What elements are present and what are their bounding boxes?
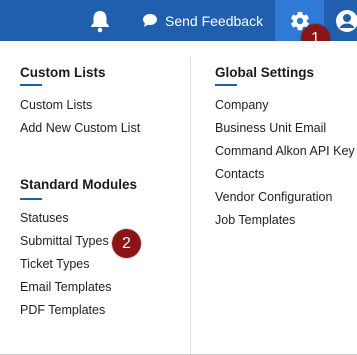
menu-item-pdf-templates[interactable]: PDF Templates (20, 303, 105, 317)
menu-item-vendor-configuration[interactable]: Vendor Configuration (215, 190, 332, 204)
menu-item-job-templates[interactable]: Job Templates (215, 213, 295, 227)
menu-item-business-unit-email[interactable]: Business Unit Email (215, 121, 326, 135)
heading-underline (20, 84, 42, 86)
custom-lists-heading: Custom Lists (20, 65, 106, 80)
menu-item-company[interactable]: Company (215, 98, 269, 112)
menu-item-custom-lists[interactable]: Custom Lists (20, 98, 92, 112)
user-icon (336, 10, 357, 32)
menu-item-statuses[interactable]: Statuses (20, 211, 69, 225)
global-settings-heading: Global Settings (215, 65, 315, 80)
menu-item-contacts[interactable]: Contacts (215, 167, 264, 181)
chat-bubble-icon (141, 12, 159, 30)
send-feedback-button[interactable]: Send Feedback (141, 0, 263, 41)
standard-modules-heading: Standard Modules (20, 177, 138, 192)
menu-item-email-templates[interactable]: Email Templates (20, 280, 111, 294)
menu-item-ticket-types[interactable]: Ticket Types (20, 257, 89, 271)
heading-underline (20, 198, 42, 200)
column-divider (190, 57, 191, 354)
menu-item-add-new-custom-list[interactable]: Add New Custom List (20, 121, 140, 135)
user-menu-button[interactable] (335, 8, 357, 34)
heading-underline (215, 84, 237, 86)
send-feedback-label: Send Feedback (165, 12, 264, 29)
callout-badge-2: 2 (112, 229, 141, 258)
bell-icon (91, 11, 109, 33)
menu-item-command-alkon-api-key[interactable]: Command Alkon API Key (215, 144, 355, 158)
settings-dropdown-menu: Custom Lists Custom Lists Add New Custom… (0, 41, 357, 355)
menu-item-submittal-types[interactable]: Submittal Types (20, 234, 109, 248)
notifications-button[interactable] (87, 8, 113, 34)
